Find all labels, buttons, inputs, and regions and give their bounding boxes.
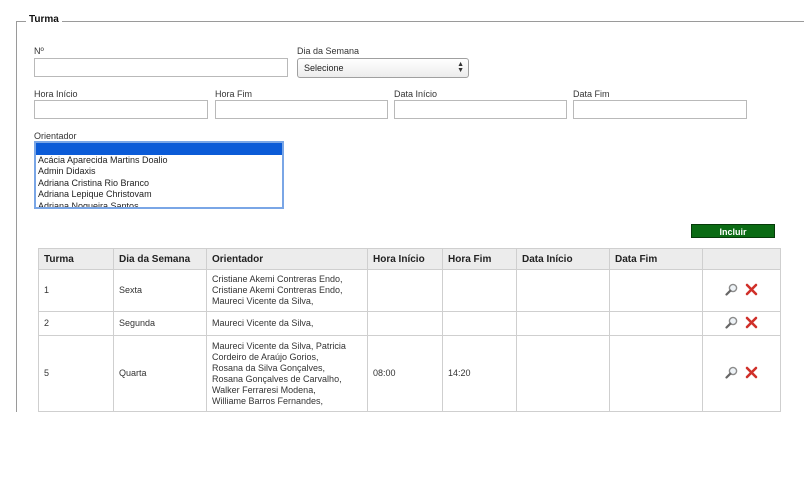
select-arrows-icon: ▲ ▼ <box>457 61 464 74</box>
orientador-option[interactable] <box>36 143 282 155</box>
cell-hora-inicio <box>367 311 443 336</box>
cell-actions <box>702 311 781 336</box>
numero-field[interactable] <box>34 58 288 77</box>
cell-data-inicio <box>516 335 610 412</box>
orientador-option[interactable]: Adriana Cristina Rio Branco <box>36 178 282 190</box>
dia-semana-label: Dia da Semana <box>297 46 360 56</box>
hora-fim-field[interactable] <box>215 100 388 119</box>
orientador-option[interactable]: Acácia Aparecida Martins Doalio <box>36 155 282 167</box>
cell-hora-fim: 14:20 <box>442 335 517 412</box>
orientador-line: Walker Ferraresi Modena, <box>212 384 316 395</box>
orientador-line: Cristiane Akemi Contreras Endo, <box>212 274 343 284</box>
cell-hora-inicio: 08:00 <box>367 335 443 412</box>
orientador-line: Maureci Vicente da Silva, <box>212 296 314 306</box>
cell-data-fim <box>609 269 703 312</box>
orientador-line: Rosana Gonçalves de Carvalho, <box>212 373 342 384</box>
orientador-option[interactable]: Admin Didaxis <box>36 166 282 178</box>
table-row: 2 Segunda Maureci Vicente da Silva, <box>38 311 781 336</box>
col-actions-header <box>702 248 781 270</box>
orientador-line: Rosana da Silva Gonçalves, <box>212 362 326 373</box>
orientador-listbox[interactable]: Acácia Aparecida Martins Doalio Admin Di… <box>34 141 284 209</box>
cell-dia: Segunda <box>113 311 207 336</box>
dia-semana-selected: Selecione <box>304 63 344 73</box>
cell-turma: 5 <box>38 335 114 412</box>
orientador-line: Williame Barros Fernandes, <box>212 395 324 406</box>
col-hora-fim-header[interactable]: Hora Fim <box>442 248 517 270</box>
delete-x-icon[interactable] <box>745 316 758 332</box>
orientador-line: Maureci Vicente da Silva, <box>212 318 314 328</box>
cell-orientador: Cristiane Akemi Contreras Endo, Cristian… <box>206 269 368 312</box>
fieldset-legend: Turma <box>26 14 62 25</box>
incluir-button[interactable]: Incluir <box>691 224 775 238</box>
cell-orientador: Maureci Vicente da Silva, <box>206 311 368 336</box>
delete-x-icon[interactable] <box>745 283 758 299</box>
orientador-line: Cordeiro de Araújo Gorios, <box>212 351 319 362</box>
dia-semana-select[interactable]: Selecione ▲ ▼ <box>297 58 469 78</box>
hora-inicio-field[interactable] <box>34 100 208 119</box>
delete-x-icon[interactable] <box>745 366 758 382</box>
cell-orientador: Maureci Vicente da Silva, Patricia Corde… <box>206 335 368 412</box>
cell-data-inicio <box>516 269 610 312</box>
cell-dia: Quarta <box>113 335 207 412</box>
cell-dia: Sexta <box>113 269 207 312</box>
cell-data-inicio <box>516 311 610 336</box>
col-turma-header[interactable]: Turma <box>38 248 114 270</box>
hora-inicio-label: Hora Início <box>34 89 78 99</box>
cell-hora-inicio <box>367 269 443 312</box>
data-inicio-label: Data Início <box>394 89 438 99</box>
data-inicio-field[interactable] <box>394 100 567 119</box>
table-row: 5 Quarta Maureci Vicente da Silva, Patri… <box>38 335 781 412</box>
orientador-option[interactable]: Adriana Nogueira Santos <box>36 201 282 208</box>
cell-actions <box>702 335 781 412</box>
magnifier-icon[interactable] <box>725 316 738 332</box>
data-fim-label: Data Fim <box>573 89 610 99</box>
cell-hora-fim <box>442 311 517 336</box>
orientador-line: Maureci Vicente da Silva, Patricia <box>212 340 346 351</box>
table-header-row: Turma Dia da Semana Orientador Hora Iníc… <box>38 248 781 270</box>
magnifier-icon[interactable] <box>725 366 738 382</box>
cell-turma: 2 <box>38 311 114 336</box>
orientador-option[interactable]: Adriana Lepique Christovam <box>36 189 282 201</box>
orientador-label: Orientador <box>34 131 77 141</box>
col-data-inicio-header[interactable]: Data Início <box>516 248 610 270</box>
cell-turma: 1 <box>38 269 114 312</box>
magnifier-icon[interactable] <box>725 283 738 299</box>
cell-data-fim <box>609 335 703 412</box>
cell-actions <box>702 269 781 312</box>
turmas-table: Turma Dia da Semana Orientador Hora Iníc… <box>38 248 781 428</box>
hora-fim-label: Hora Fim <box>215 89 253 99</box>
col-dia-semana-header[interactable]: Dia da Semana <box>113 248 207 270</box>
cell-hora-fim <box>442 269 517 312</box>
numero-label: Nº <box>34 46 44 56</box>
col-orientador-header[interactable]: Orientador <box>206 248 368 270</box>
col-hora-inicio-header[interactable]: Hora Início <box>367 248 443 270</box>
orientador-line: Cristiane Akemi Contreras Endo, <box>212 285 343 295</box>
table-row: 1 Sexta Cristiane Akemi Contreras Endo, … <box>38 269 781 312</box>
data-fim-field[interactable] <box>573 100 747 119</box>
cell-data-fim <box>609 311 703 336</box>
page-bottom-area <box>0 412 804 480</box>
col-data-fim-header[interactable]: Data Fim <box>609 248 703 270</box>
